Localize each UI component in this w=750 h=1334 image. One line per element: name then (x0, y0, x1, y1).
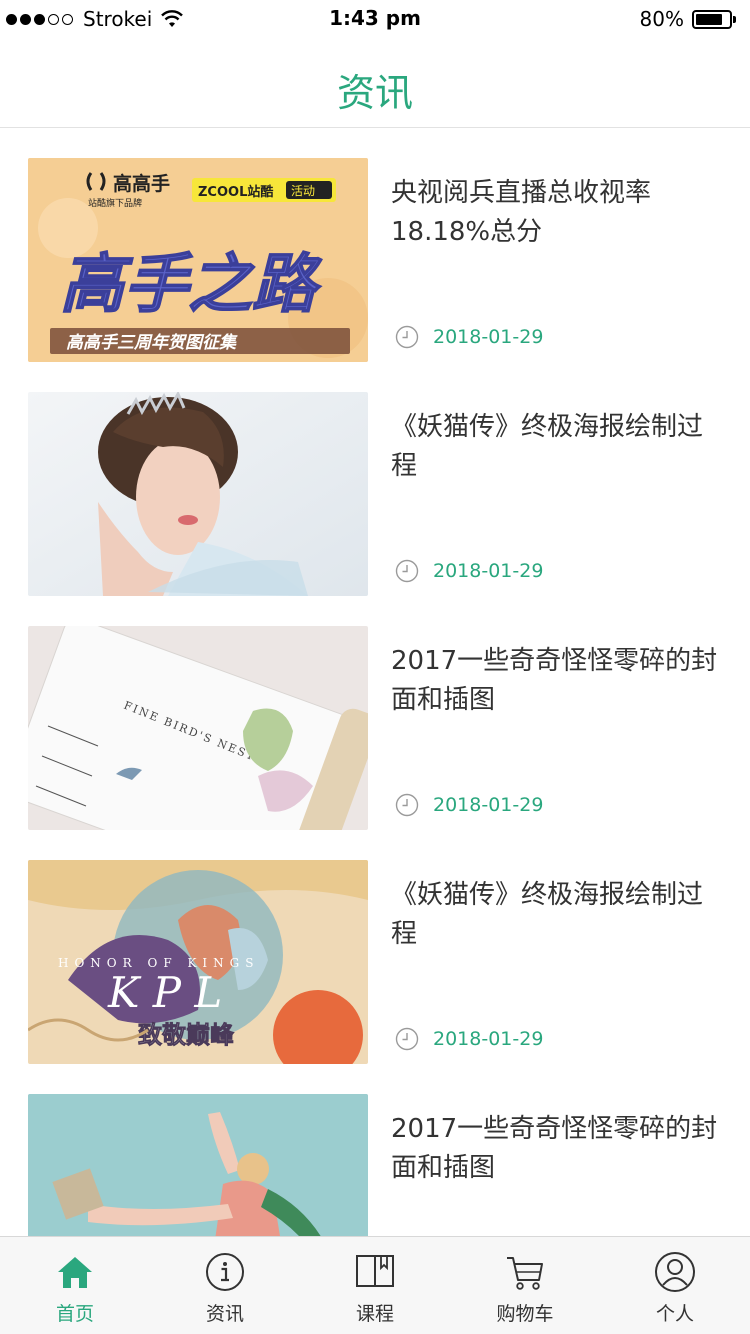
navigation-bar: 资讯 (0, 40, 750, 128)
news-meta: 2018-01-29 (395, 793, 543, 817)
tab-courses[interactable]: 课程 (300, 1237, 450, 1334)
poster-partner: ZCOOL站酷 (198, 184, 273, 200)
news-title: 2017一些奇奇怪怪零碎的封面和插图 (391, 1114, 718, 1183)
status-bar: Strokei 1:43 pm 80% (0, 0, 750, 40)
cart-icon (507, 1257, 543, 1290)
tab-label: 个人 (655, 1303, 694, 1325)
news-thumbnail: FINE BIRD'S NEST (28, 626, 368, 830)
battery-percentage: 80% (639, 7, 684, 31)
tab-label: 资讯 (205, 1303, 244, 1325)
poster-brand: 高高手 (113, 172, 170, 195)
status-time: 1:43 pm (329, 6, 421, 30)
poster-partner-badge: 活动 (291, 184, 315, 198)
book-icon (356, 1255, 394, 1287)
portrait-photo-image (28, 392, 368, 596)
page-title: 资讯 (336, 71, 413, 115)
news-thumbnail (28, 392, 368, 596)
tab-bar: 首页 资讯 课程 购物车 个人 (0, 1236, 750, 1334)
poster-footer: 高高手三周年贺图征集 (66, 333, 238, 353)
info-icon (206, 1253, 244, 1291)
home-icon (58, 1257, 92, 1288)
news-thumbnail (28, 1094, 368, 1236)
news-item[interactable]: FINE BIRD'S NEST 2017一些奇奇怪怪零碎的封面和插图 2018… (28, 626, 728, 830)
news-meta: 2018-01-29 (395, 559, 543, 583)
tab-label: 购物车 (496, 1303, 554, 1325)
news-date: 2018-01-29 (433, 794, 544, 816)
news-item[interactable]: HONOR OF KINGS K P L 致敬巅峰 《妖猫传》终极海报绘制过程 … (28, 860, 728, 1064)
poster-letters: K P L (107, 968, 222, 1017)
packaging-design-image: FINE BIRD'S NEST (28, 626, 368, 830)
tab-profile[interactable]: 个人 (600, 1237, 750, 1334)
battery-icon (692, 9, 736, 29)
news-date: 2018-01-29 (433, 560, 544, 582)
person-icon (655, 1252, 695, 1292)
dancer-photo-image (28, 1094, 368, 1236)
news-title: 2017一些奇奇怪怪零碎的封面和插图 (391, 646, 718, 715)
news-item[interactable]: 《妖猫传》终极海报绘制过程 2018-01-29 (28, 392, 728, 596)
tab-news[interactable]: 资讯 (150, 1237, 300, 1334)
news-date: 2018-01-29 (433, 326, 544, 348)
news-list[interactable]: 高高手 站酷旗下品牌 ZCOOL站酷 活动 高手之路 高高手三周年贺图征集 央视… (0, 128, 750, 1236)
news-item[interactable]: 高高手 站酷旗下品牌 ZCOOL站酷 活动 高手之路 高高手三周年贺图征集 央视… (28, 158, 728, 362)
news-date: 2018-01-29 (433, 1028, 544, 1050)
tab-cart[interactable]: 购物车 (450, 1237, 600, 1334)
status-right: 80% (639, 6, 736, 32)
tab-label: 首页 (55, 1303, 94, 1325)
news-meta: 2018-01-29 (395, 1027, 543, 1051)
news-thumbnail: HONOR OF KINGS K P L 致敬巅峰 (28, 860, 368, 1064)
news-item[interactable]: 2017一些奇奇怪怪零碎的封面和插图 (28, 1094, 728, 1236)
tab-home[interactable]: 首页 (0, 1237, 150, 1334)
kpl-poster-image: HONOR OF KINGS K P L 致敬巅峰 (28, 860, 368, 1064)
news-title: 央视阅兵直播总收视率18.18%总分 (391, 178, 652, 247)
clock-icon (395, 1027, 419, 1051)
news-thumbnail: 高高手 站酷旗下品牌 ZCOOL站酷 活动 高手之路 高高手三周年贺图征集 (28, 158, 368, 362)
gaogaoshou-poster-image: 高高手 站酷旗下品牌 ZCOOL站酷 活动 高手之路 高高手三周年贺图征集 (28, 158, 368, 362)
poster-headline: 致敬巅峰 (138, 1021, 234, 1049)
tab-label: 课程 (355, 1303, 394, 1325)
news-meta: 2018-01-29 (395, 325, 543, 349)
clock-icon (395, 325, 419, 349)
clock-icon (395, 559, 419, 583)
poster-brand-sub: 站酷旗下品牌 (88, 197, 142, 209)
news-title: 《妖猫传》终极海报绘制过程 (391, 880, 704, 949)
clock-icon (395, 793, 419, 817)
news-title: 《妖猫传》终极海报绘制过程 (391, 412, 704, 481)
poster-headline: 高手之路 (60, 248, 322, 322)
